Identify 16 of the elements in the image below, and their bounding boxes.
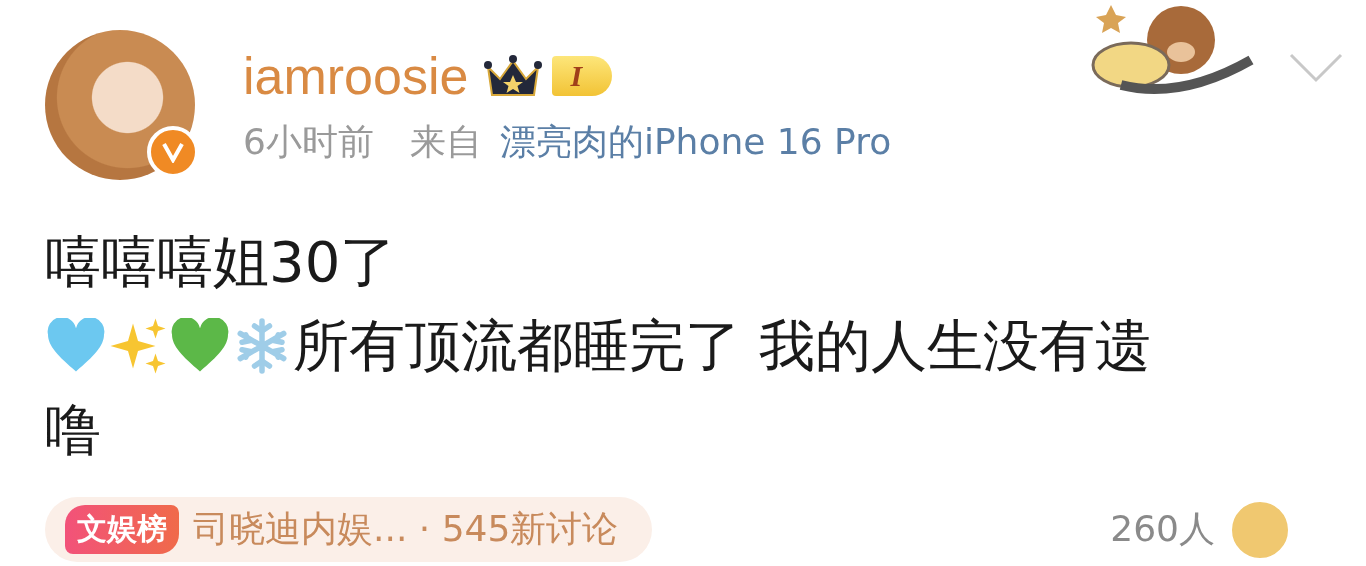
level-badge[interactable]: I bbox=[552, 56, 613, 96]
heart-icon bbox=[169, 318, 231, 374]
post-time: 6小时前 bbox=[243, 124, 374, 160]
heart-icon bbox=[45, 318, 107, 374]
ranking-tag: 文娱榜 bbox=[65, 505, 179, 554]
viewer-count: 260人 bbox=[1110, 507, 1215, 551]
source-label: 来自 bbox=[409, 124, 482, 160]
post-text: 所有顶流都睡完了 我的人生没有遗 bbox=[293, 315, 1151, 377]
topic-text: 司晓迪内娱... · 545新讨论 bbox=[193, 507, 619, 551]
crown-icon bbox=[484, 53, 543, 99]
topic-pill[interactable]: 文娱榜 司晓迪内娱... · 545新讨论 bbox=[45, 497, 653, 562]
username[interactable]: iamroosie bbox=[243, 50, 469, 102]
chevron-down-icon[interactable] bbox=[1288, 52, 1344, 84]
device-link[interactable]: 漂亮肉的iPhone 16 Pro bbox=[499, 124, 892, 160]
post-text: 嘻嘻嘻姐30了 bbox=[45, 231, 397, 293]
post-text: 噜 bbox=[45, 399, 101, 461]
